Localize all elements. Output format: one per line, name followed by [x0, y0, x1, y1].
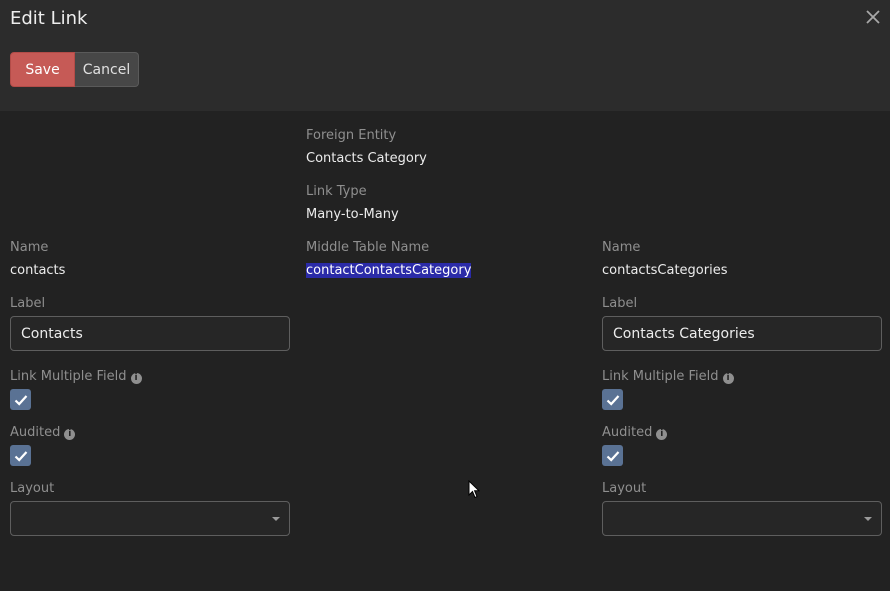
check-icon: [14, 450, 27, 462]
left-audited-text: Audited: [10, 425, 61, 440]
right-label-input-value: Contacts Categories: [613, 325, 755, 342]
selected-text: contactContactsCategory: [306, 263, 472, 278]
caret-down-icon: [864, 517, 872, 521]
info-icon: i: [722, 373, 734, 384]
left-audited-label: Audited i: [10, 425, 76, 440]
middle-table-name-value[interactable]: contactContactsCategory: [306, 263, 472, 278]
check-icon: [606, 394, 619, 406]
foreign-entity-value: Contacts Category: [306, 151, 427, 166]
check-icon: [14, 394, 27, 406]
left-layout-select[interactable]: [10, 501, 290, 536]
caret-down-icon: [272, 517, 280, 521]
right-name-value: contactsCategories: [602, 263, 728, 278]
right-layout-label: Layout: [602, 481, 647, 496]
left-audited-checkbox[interactable]: [10, 445, 31, 466]
right-audited-checkbox[interactable]: [602, 445, 623, 466]
right-link-multiple-text: Link Multiple Field: [602, 369, 719, 384]
left-name-label: Name: [10, 240, 49, 255]
link-type-label: Link Type: [306, 184, 367, 199]
info-icon: i: [64, 429, 76, 440]
left-link-multiple-checkbox[interactable]: [10, 389, 31, 410]
left-link-multiple-label: Link Multiple Field i: [10, 369, 142, 384]
foreign-entity-label: Foreign Entity: [306, 128, 397, 143]
right-audited-label: Audited i: [602, 425, 668, 440]
check-icon: [606, 450, 619, 462]
info-icon: i: [656, 429, 668, 440]
left-link-multiple-text: Link Multiple Field: [10, 369, 127, 384]
link-type-value: Many-to-Many: [306, 207, 399, 222]
right-name-label: Name: [602, 240, 641, 255]
dialog-header: Edit Link Save Cancel: [0, 0, 890, 111]
right-link-multiple-label: Link Multiple Field i: [602, 369, 734, 384]
info-icon: i: [130, 373, 142, 384]
left-label-label: Label: [10, 296, 46, 311]
left-label-input[interactable]: Contacts: [10, 316, 290, 351]
left-label-input-value: Contacts: [21, 325, 83, 342]
dialog-title: Edit Link: [10, 8, 88, 29]
right-audited-text: Audited: [602, 425, 653, 440]
save-button[interactable]: Save: [10, 52, 75, 87]
right-label-label: Label: [602, 296, 638, 311]
right-link-multiple-checkbox[interactable]: [602, 389, 623, 410]
left-name-value: contacts: [10, 263, 66, 278]
left-layout-label: Layout: [10, 481, 55, 496]
close-icon[interactable]: [864, 8, 882, 26]
right-layout-select[interactable]: [602, 501, 882, 536]
mouse-pointer-icon: [468, 479, 481, 503]
action-buttons: Save Cancel: [10, 52, 139, 87]
middle-table-name-label: Middle Table Name: [306, 240, 430, 255]
right-label-input[interactable]: Contacts Categories: [602, 316, 882, 351]
cancel-button[interactable]: Cancel: [75, 52, 139, 87]
